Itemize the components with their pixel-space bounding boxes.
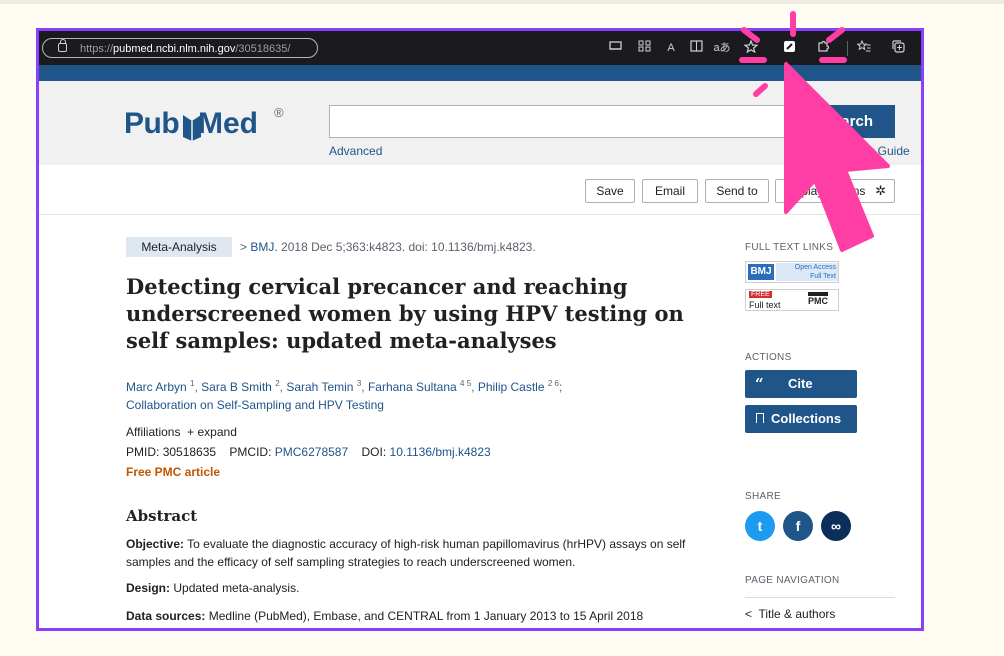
free-badge: FREE <box>749 291 772 298</box>
chevron-left-icon: < <box>745 607 753 621</box>
lock-icon[interactable] <box>58 39 67 52</box>
article-identifiers: PMID: 30518635 PMCID: PMC6278587 DOI: 10… <box>126 445 491 459</box>
author-link[interactable]: Philip Castle <box>478 380 545 394</box>
nav-title-authors[interactable]: < Title & authors <box>745 607 835 621</box>
article-title: Detecting cervical precancer and reachin… <box>126 274 684 353</box>
logo-text-med: Med <box>198 107 258 140</box>
article-actions-bar: Save Email Send to Display options ✲ <box>39 165 921 215</box>
active-extension-icon[interactable] <box>780 40 798 56</box>
collections-icon[interactable] <box>890 40 908 56</box>
affiliations-toggle[interactable]: Affiliations + expand <box>126 425 237 439</box>
email-button[interactable]: Email <box>642 179 698 203</box>
page-navigation-heading: PAGE NAVIGATION <box>745 575 840 586</box>
display-options-button[interactable]: Display options ✲ <box>775 179 895 203</box>
add-favorite-icon[interactable] <box>742 40 760 56</box>
pmcid-link[interactable]: PMC6278587 <box>275 445 348 459</box>
publication-type-tag[interactable]: Meta-Analysis <box>126 237 232 257</box>
actions-heading: ACTIONS <box>745 352 792 363</box>
twitter-share-icon[interactable]: t <box>745 511 775 541</box>
send-to-button[interactable]: Send to <box>705 179 769 203</box>
collections-button[interactable]: Collections <box>745 405 857 433</box>
free-pmc-badge: Free PMC article <box>126 465 221 479</box>
pmc-full-text-link[interactable]: FREE Full text PMC <box>745 289 839 311</box>
pmc-logo: PMC <box>808 292 828 307</box>
expand-link[interactable]: + expand <box>187 425 237 439</box>
cite-button[interactable]: “ Cite <box>745 370 857 398</box>
full-text-links-heading: FULL TEXT LINKS <box>745 242 834 253</box>
author-link[interactable]: Sara B Smith <box>201 380 272 394</box>
bookmark-icon <box>756 413 764 423</box>
author-list: Marc Arbyn 1, Sara B Smith 2, Sarah Temi… <box>126 379 563 412</box>
author-link[interactable]: Marc Arbyn <box>126 380 187 394</box>
tab-actions-icon[interactable] <box>606 40 624 56</box>
immersive-reader-icon[interactable] <box>687 40 705 56</box>
url-domain: pubmed.ncbi.nlm.nih.gov <box>113 43 236 55</box>
search-button[interactable]: Search <box>807 105 895 138</box>
browser-window: https://pubmed.ncbi.nlm.nih.gov/30518635… <box>36 28 924 631</box>
pmid-value: 30518635 <box>162 445 217 459</box>
open-access-label: Open Access Full Text <box>776 263 838 281</box>
save-button[interactable]: Save <box>585 179 635 203</box>
display-options-label: Display options <box>784 184 866 198</box>
full-text-label: Full text <box>749 300 781 310</box>
doi-link[interactable]: 10.1136/bmj.k4823 <box>390 445 491 459</box>
read-aloud-icon[interactable]: A <box>662 40 680 56</box>
page-top-border <box>0 0 1004 4</box>
address-bar[interactable]: https://pubmed.ncbi.nlm.nih.gov/30518635… <box>42 38 318 58</box>
ncbi-banner <box>39 65 921 81</box>
apps-icon[interactable] <box>635 40 653 56</box>
abstract-data-sources: Data sources: Medline (PubMed), Embase, … <box>126 609 644 623</box>
journal-link[interactable]: BMJ. <box>250 240 277 254</box>
cite-label: Cite <box>788 376 813 391</box>
share-heading: SHARE <box>745 491 781 502</box>
abstract-heading: Abstract <box>126 507 198 525</box>
author-link[interactable]: Farhana Sultana <box>368 380 457 394</box>
author-link[interactable]: Sarah Temin <box>286 380 353 394</box>
abstract-design: Design: Updated meta-analysis. <box>126 581 300 595</box>
advanced-search-link[interactable]: Advanced <box>329 144 382 158</box>
favorites-icon[interactable] <box>855 40 873 56</box>
toolbar-separator <box>847 41 848 56</box>
bmj-full-text-link[interactable]: BMJ Open Access Full Text <box>745 261 839 283</box>
logo-text-pub: Pub <box>124 107 180 140</box>
quote-icon: “ <box>755 375 764 393</box>
url-text[interactable]: https://pubmed.ncbi.nlm.nih.gov/30518635… <box>80 43 290 55</box>
collections-label: Collections <box>771 411 842 426</box>
pubmed-header: Pub Med ® Search Advanced User Guide <box>39 81 921 165</box>
search-input[interactable] <box>329 105 849 138</box>
extensions-icon[interactable] <box>814 40 832 56</box>
collaboration-link[interactable]: Collaboration on Self-Sampling and HPV T… <box>126 398 384 412</box>
gear-icon: ✲ <box>875 183 886 198</box>
browser-toolbar: https://pubmed.ncbi.nlm.nih.gov/30518635… <box>39 31 921 65</box>
nav-divider <box>745 597 895 598</box>
copy-link-icon[interactable]: ∞ <box>821 511 851 541</box>
journal-citation: > BMJ. 2018 Dec 5;363:k4823. doi: 10.113… <box>240 240 536 254</box>
registered-mark: ® <box>274 105 284 120</box>
abstract-objective: Objective: To evaluate the diagnostic ac… <box>126 537 686 569</box>
user-guide-link[interactable]: User Guide <box>849 144 910 158</box>
facebook-share-icon[interactable]: f <box>783 511 813 541</box>
bmj-logo: BMJ <box>748 264 774 280</box>
translate-icon[interactable]: aあ <box>713 40 731 56</box>
